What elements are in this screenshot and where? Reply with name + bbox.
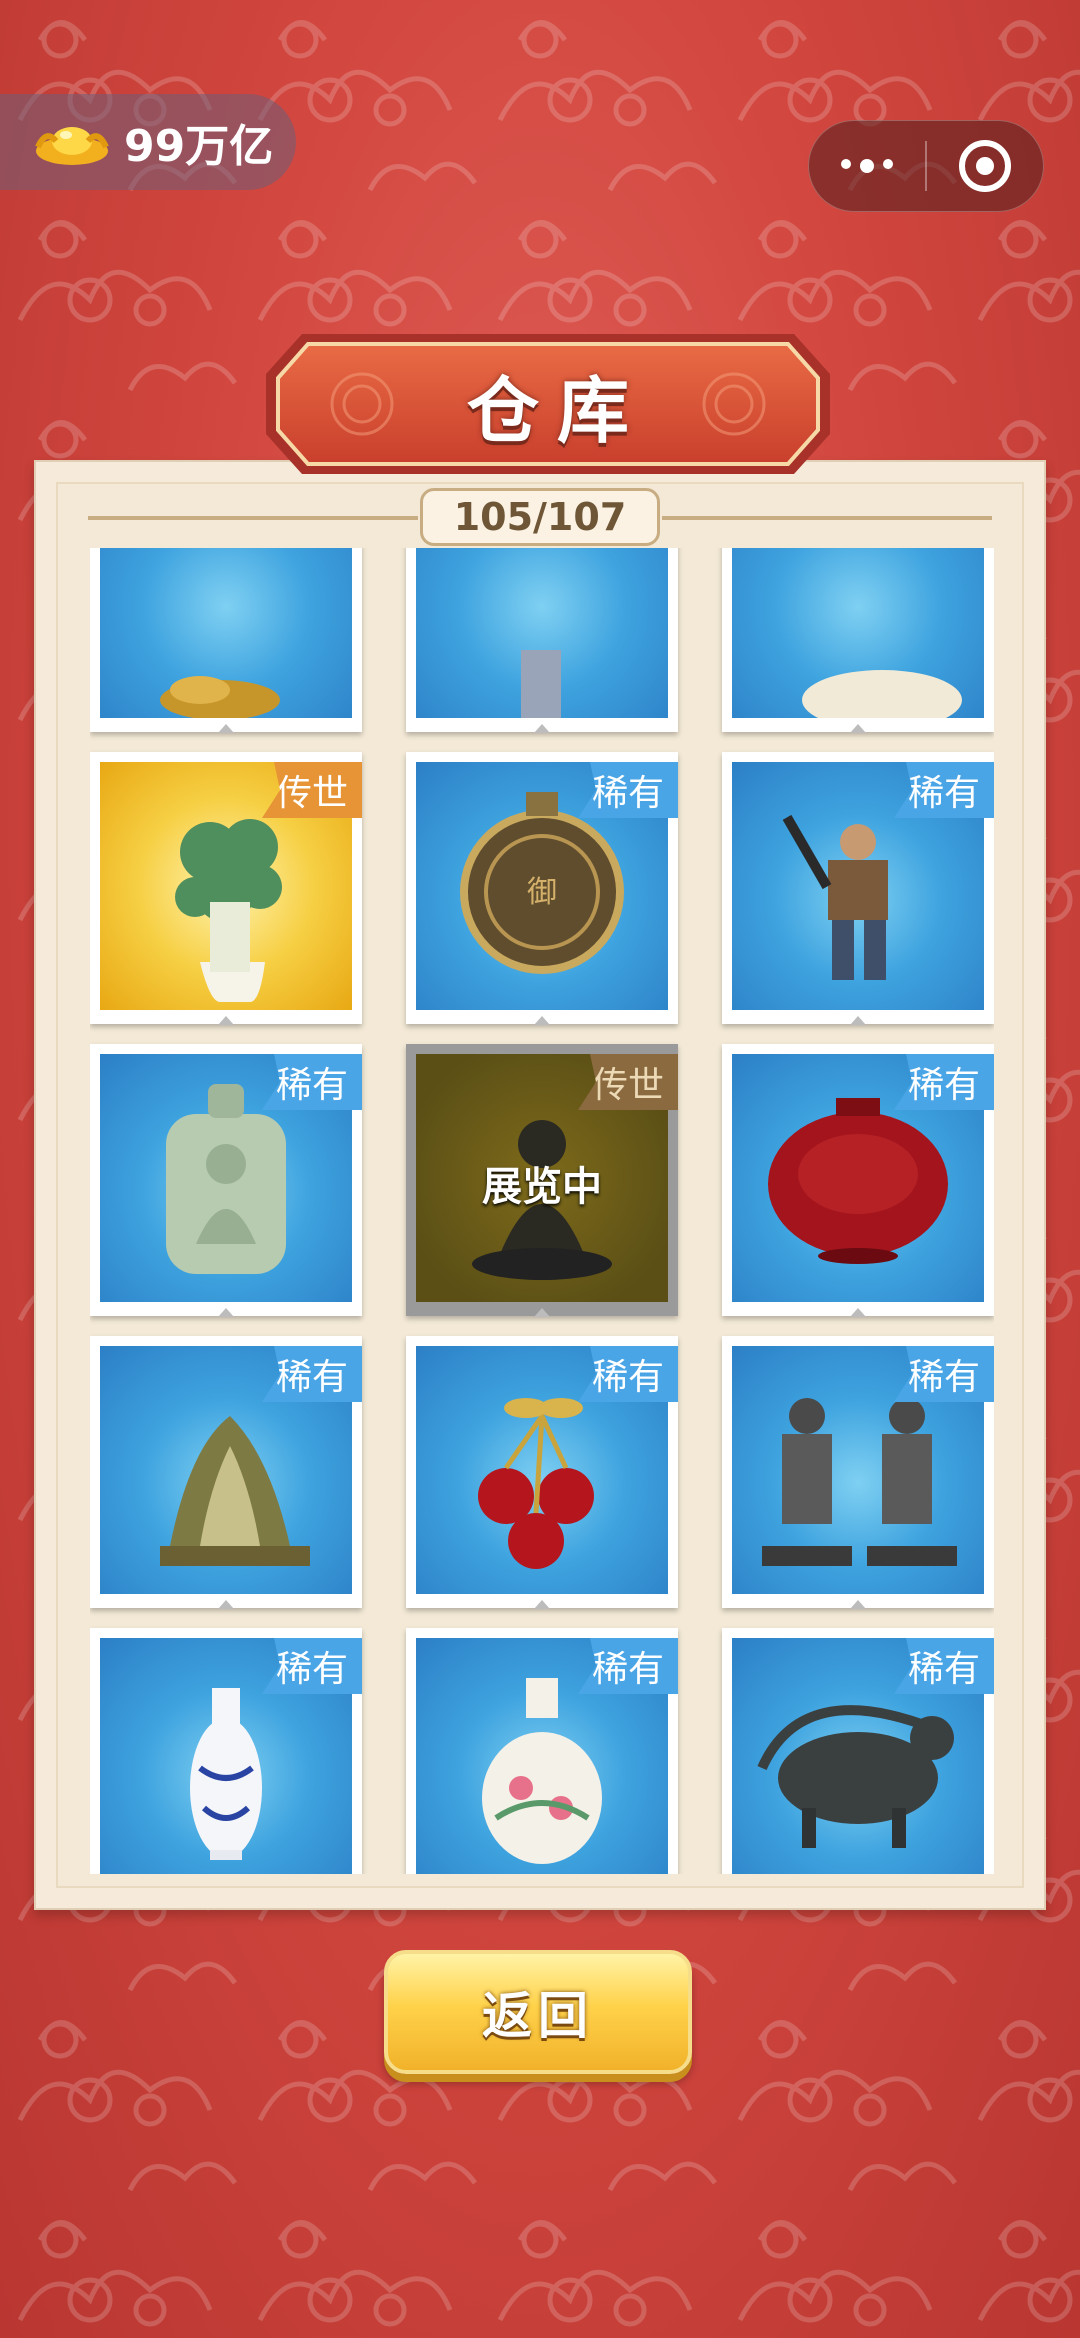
card-notch: [850, 1600, 866, 1609]
item-card[interactable]: 御稀有: [406, 752, 678, 1025]
card-notch: [534, 1308, 550, 1317]
gold-ingot-icon: [35, 127, 109, 165]
coin-amount: 99万亿: [124, 121, 274, 172]
item-card[interactable]: 展览中 传世: [406, 1044, 678, 1317]
item-card[interactable]: [90, 548, 362, 733]
item-card[interactable]: [722, 548, 994, 733]
figure-icon: [521, 650, 561, 718]
item-card[interactable]: 稀有: [722, 1336, 994, 1609]
item-card[interactable]: 稀有: [90, 1336, 362, 1609]
divider-right: [662, 516, 992, 520]
item-grid[interactable]: 传世御稀有稀有稀有展览中传世稀有稀有稀有稀有稀有稀有稀有稀有稀有稀有: [90, 548, 994, 1874]
close-button[interactable]: [927, 140, 1043, 192]
item-image: [732, 548, 984, 718]
card-notch: [534, 724, 550, 733]
item-card[interactable]: 稀有: [90, 1628, 362, 1874]
item-card[interactable]: 传世: [90, 752, 362, 1025]
item-image: [100, 548, 352, 718]
item-image: [416, 548, 668, 718]
miniprogram-capsule: [808, 120, 1044, 212]
card-notch: [218, 1016, 234, 1025]
item-card[interactable]: 稀有: [722, 1044, 994, 1317]
plate-icon: [802, 670, 962, 718]
coin-balance: 99万亿: [0, 94, 296, 190]
gold-artifact-icon: [160, 676, 280, 718]
item-card[interactable]: 稀有: [406, 1628, 678, 1874]
svg-text:御: 御: [527, 875, 557, 910]
card-notch: [534, 1600, 550, 1609]
card-notch: [850, 724, 866, 733]
collection-counter: 105/107: [420, 488, 660, 546]
item-card[interactable]: 稀有: [90, 1044, 362, 1317]
back-button[interactable]: 返回: [384, 1950, 692, 2074]
more-icon[interactable]: [809, 159, 925, 173]
card-notch: [850, 1016, 866, 1025]
card-notch: [218, 1308, 234, 1317]
card-notch: [534, 1016, 550, 1025]
divider-left: [88, 516, 418, 520]
item-card[interactable]: [406, 548, 678, 733]
card-notch: [218, 1600, 234, 1609]
exhibiting-label: 展览中: [482, 1164, 602, 1210]
page-title: 仓库: [466, 368, 647, 453]
item-card[interactable]: 稀有: [722, 1628, 994, 1874]
item-card[interactable]: 稀有: [406, 1336, 678, 1609]
card-notch: [850, 1308, 866, 1317]
item-card[interactable]: 稀有: [722, 752, 994, 1025]
card-notch: [218, 724, 234, 733]
close-circle-icon: [959, 140, 1011, 192]
